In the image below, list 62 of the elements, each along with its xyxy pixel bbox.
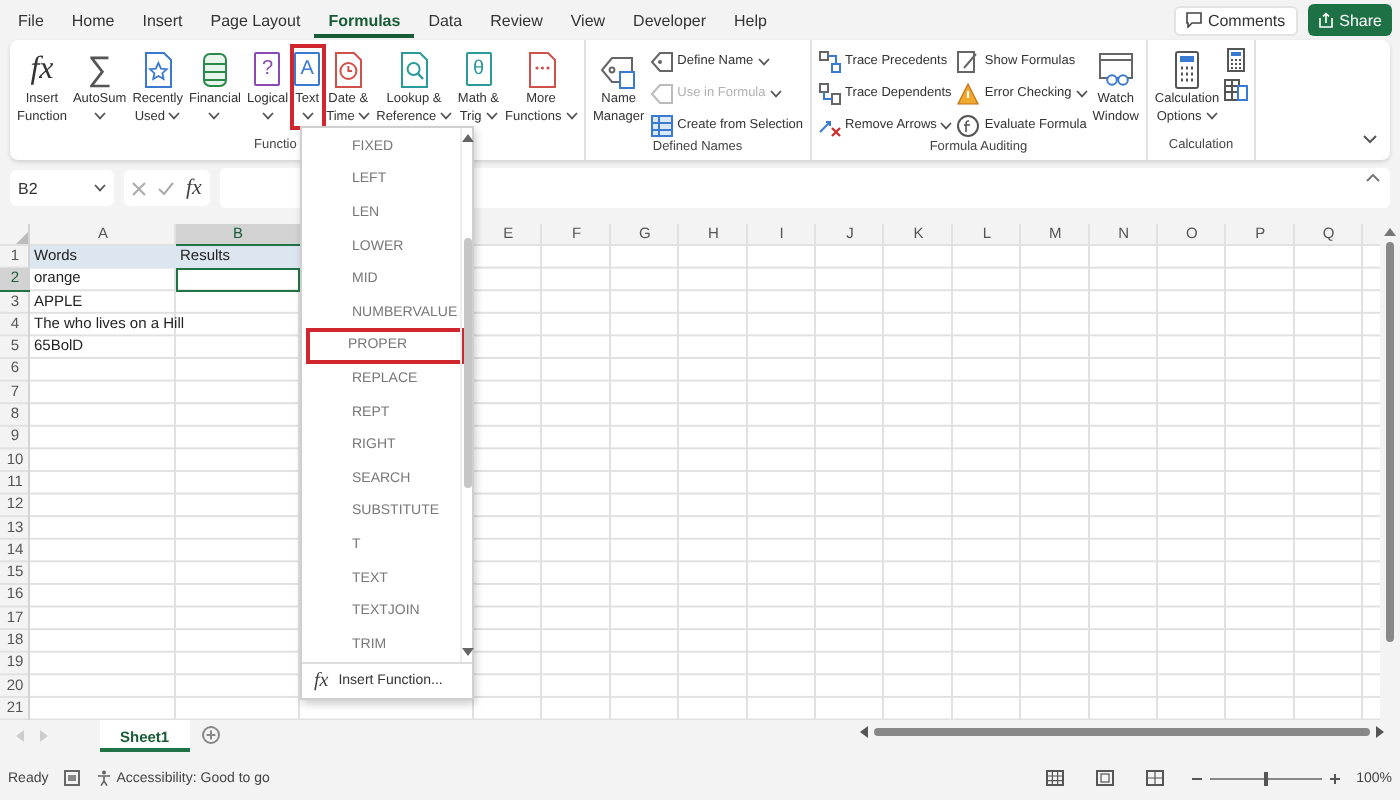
menu-tab[interactable]: Developer [619,2,721,38]
tag-icon [649,81,674,105]
question-icon: ? [254,52,281,86]
warning-icon [956,81,981,105]
calculator-icon [1224,48,1249,72]
share-button[interactable]: Share [1307,4,1392,36]
share-icon [1317,12,1334,28]
menu-tab[interactable]: Review [476,2,557,38]
scrollbar-thumb[interactable] [463,238,472,488]
fx-icon: fx [30,51,54,87]
menu-tab[interactable]: Page Layout [196,2,315,38]
scroll-up-icon [461,134,474,142]
zoom-out-icon [1192,775,1203,781]
trace-precedents-icon [817,49,842,73]
trace-dependents-icon [817,81,842,105]
enter-icon [158,181,174,195]
zoom-slider-thumb[interactable] [1264,771,1269,785]
menu-tab[interactable]: Home [57,2,129,38]
page-layout-icon [1096,770,1115,786]
tag-icon [649,49,674,73]
show-formulas-icon [956,49,981,73]
comment-icon [1185,12,1202,28]
menu-tab[interactable]: File [4,2,58,38]
evaluate-icon [956,113,981,137]
page-break-icon [1146,770,1165,786]
menu-tab[interactable]: View [556,2,620,38]
watch-window-icon [1095,49,1136,89]
caret-icon [94,184,106,192]
next-sheet-icon [40,730,48,742]
ribbon-icon-button[interactable] [1222,76,1251,104]
chevron-down-icon [1362,134,1378,144]
scroll-left-icon [860,726,868,738]
letter-icon: A [294,52,321,86]
table-icon [649,113,674,137]
ribbon-icon-button[interactable] [1222,46,1251,74]
collapse-icon [1366,174,1380,182]
macro-icon [64,770,81,786]
normal-view-icon [1046,770,1065,786]
previous-sheet-icon [16,730,24,742]
sheet-calculator-icon [1224,78,1249,102]
corner-icon [16,232,28,244]
scrollbar-thumb[interactable] [1386,242,1394,642]
menu-tab[interactable]: Insert [128,2,197,38]
zoom-in-icon [1330,773,1341,783]
name-box[interactable]: B2 [10,170,114,206]
scroll-up-icon [1384,228,1396,236]
scrollbar-thumb[interactable] [874,728,1370,736]
insert-function-icon[interactable]: fx [186,176,202,200]
cancel-icon [132,181,146,195]
scroll-right-icon [1376,726,1384,738]
menu-tab[interactable]: Formulas [314,2,415,38]
comments-button[interactable]: Comments [1173,5,1298,35]
scroll-down-icon [461,648,474,656]
plus-circle-icon [201,726,220,744]
add-sheet-button[interactable] [201,726,220,744]
sigma-icon: ∑ [87,51,112,87]
menu-tab[interactable]: Help [720,2,781,38]
menu-tab[interactable]: Data [414,2,477,38]
fx-icon: fx [314,670,329,692]
theta-icon: θ [465,52,492,86]
table-cell[interactable] [176,268,300,292]
accessibility-icon [96,770,113,786]
